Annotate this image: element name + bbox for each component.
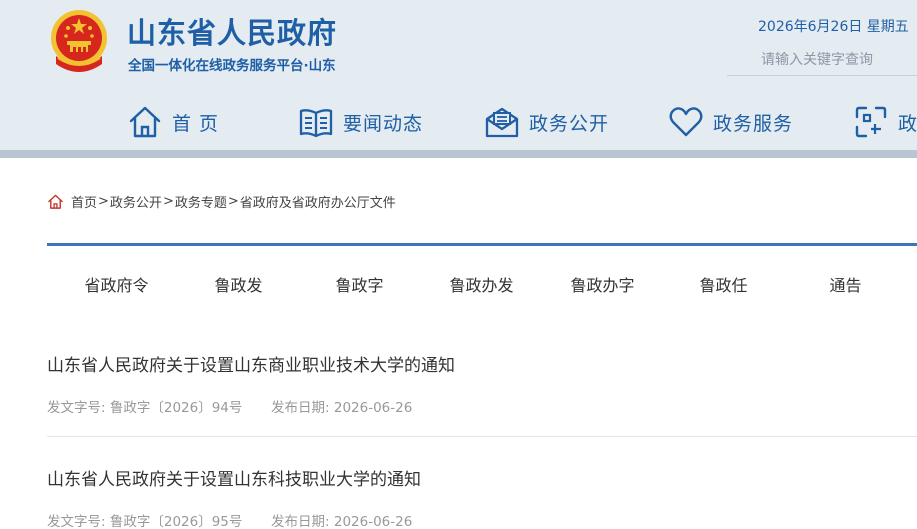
tab-luzhengren[interactable]: 鲁政任 xyxy=(663,268,784,304)
list-item: 山东省人民政府关于设置山东商业职业技术大学的通知 发文字号: 鲁政字〔2026〕… xyxy=(47,351,917,416)
breadcrumb-home[interactable]: 首页 xyxy=(71,192,97,211)
doc-number: 鲁政字〔2026〕94号 xyxy=(109,400,243,416)
list-divider xyxy=(47,436,917,437)
current-date: 2026年6月26日 星期五 xyxy=(758,19,909,35)
document-meta: 发文字号: 鲁政字〔2026〕94号 发布日期: 2026-06-26 xyxy=(47,396,917,416)
breadcrumb-topics[interactable]: 政务专题 xyxy=(175,192,227,211)
site-subtitle[interactable]: 全国一体化在线政务服务平台·山东 xyxy=(128,54,336,74)
doc-number-label: 发文字号: xyxy=(47,514,106,529)
nav-item-home[interactable]: 首 页 xyxy=(127,102,219,142)
nav-item-open-government[interactable]: 政务公开 xyxy=(484,102,609,142)
tab-luzhengbanfa[interactable]: 鲁政办发 xyxy=(421,268,542,304)
breadcrumb-separator: > xyxy=(162,194,174,209)
breadcrumb-open-government[interactable]: 政务公开 xyxy=(110,192,162,211)
header-bottom-bar xyxy=(0,150,917,158)
nav-label: 政务公开 xyxy=(529,112,610,135)
document-meta: 发文字号: 鲁政字〔2026〕95号 发布日期: 2026-06-26 xyxy=(47,510,917,529)
mail-icon xyxy=(485,107,519,138)
tab-luzhengbanzi[interactable]: 鲁政办字 xyxy=(542,268,663,304)
nav-label: 政务服务 xyxy=(713,112,794,135)
breadcrumb-separator: > xyxy=(227,194,239,209)
tab-provincial-decree[interactable]: 省政府令 xyxy=(56,268,177,304)
nav-item-news[interactable]: 要闻动态 xyxy=(298,102,423,142)
site-header: 山东省人民政府 全国一体化在线政务服务平台·山东 2026年6月26日 星期五 … xyxy=(0,0,917,150)
publish-date: 2026-06-26 xyxy=(333,400,413,416)
list-item: 山东省人民政府关于设置山东科技职业大学的通知 发文字号: 鲁政字〔2026〕95… xyxy=(47,465,917,529)
doc-number-label: 发文字号: xyxy=(47,400,106,416)
home-icon xyxy=(48,194,63,209)
tab-notice[interactable]: 通告 xyxy=(785,268,906,304)
heart-icon xyxy=(669,107,703,137)
document-title-link[interactable]: 山东省人民政府关于设置山东科技职业大学的通知 xyxy=(47,465,917,490)
publish-date-label: 发布日期: xyxy=(271,400,330,416)
main-nav: 首 页 要闻动态 政务公开 政务服务 政 xyxy=(0,96,917,150)
section-divider xyxy=(47,243,917,246)
home-icon xyxy=(129,106,161,138)
search-input[interactable] xyxy=(727,44,917,76)
document-category-tabs: 省政府令 鲁政发 鲁政字 鲁政办发 鲁政办字 鲁政任 通告 xyxy=(47,268,917,304)
nav-label: 政 xyxy=(898,112,917,135)
nav-item-more[interactable]: 政 xyxy=(853,102,917,142)
publish-date-label: 发布日期: xyxy=(271,514,330,529)
tab-luzhengfa[interactable]: 鲁政发 xyxy=(178,268,299,304)
breadcrumb-current[interactable]: 省政府及省政府办公厅文件 xyxy=(240,192,396,211)
doc-number: 鲁政字〔2026〕95号 xyxy=(109,514,243,529)
nav-item-services[interactable]: 政务服务 xyxy=(668,102,793,142)
breadcrumb-separator: > xyxy=(98,194,109,209)
national-emblem-icon[interactable] xyxy=(48,8,110,76)
book-icon xyxy=(299,109,333,138)
grid-icon xyxy=(855,106,887,138)
site-title[interactable]: 山东省人民政府 xyxy=(127,10,337,52)
nav-label: 首 页 xyxy=(172,112,220,135)
publish-date: 2026-06-26 xyxy=(333,514,413,529)
document-title-link[interactable]: 山东省人民政府关于设置山东商业职业技术大学的通知 xyxy=(47,351,917,376)
nav-label: 要闻动态 xyxy=(343,112,424,135)
breadcrumb: 首页 > 政务公开 > 政务专题 > 省政府及省政府办公厅文件 xyxy=(47,192,396,211)
tab-luzhengzi[interactable]: 鲁政字 xyxy=(299,268,420,304)
